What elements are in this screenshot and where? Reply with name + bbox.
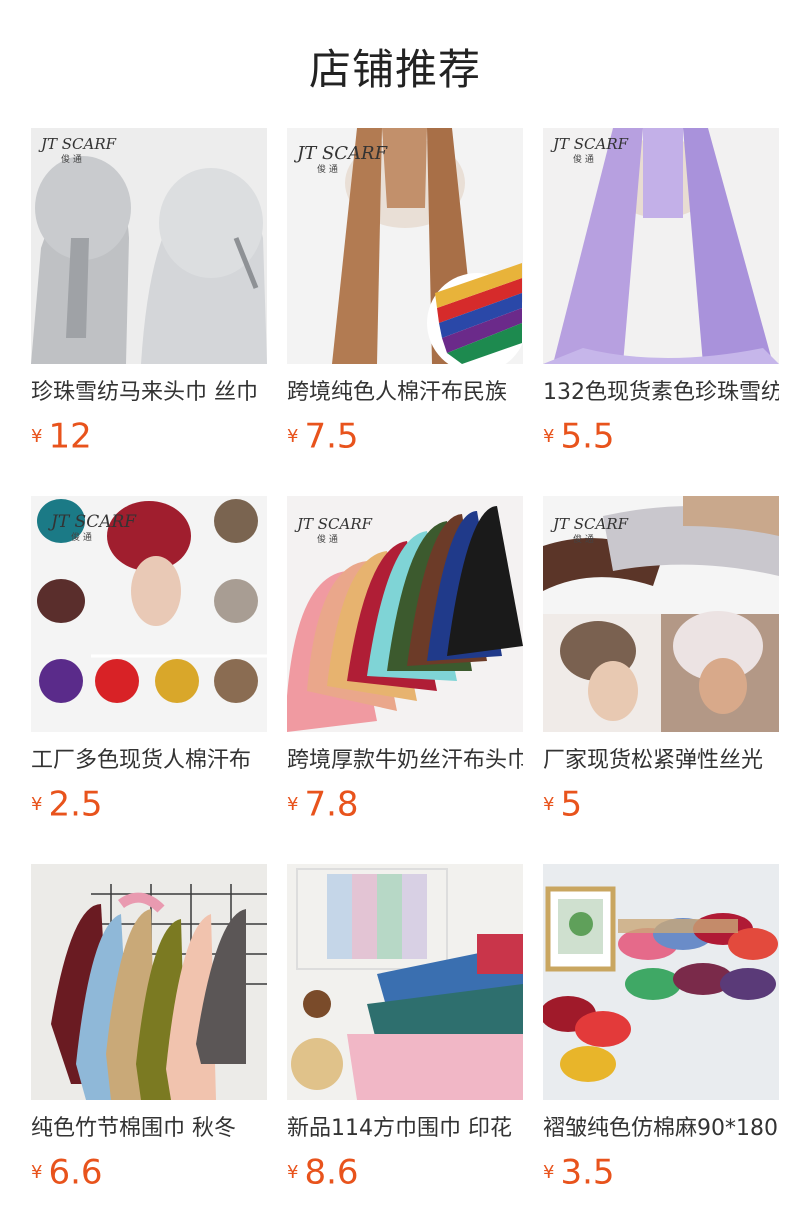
- brand-watermark: JT SCARF 俊 通: [51, 512, 137, 544]
- product-price: ¥5: [543, 784, 583, 825]
- product-image[interactable]: JT SCARF 俊 通: [543, 128, 779, 364]
- product-name[interactable]: 纯色竹节棉围巾 秋冬: [31, 1114, 267, 1144]
- product-card[interactable]: JT SCARF 俊 通 厂家现货松紧弹性丝光 ¥5: [543, 496, 779, 825]
- product-card[interactable]: 褶皱纯色仿棉麻90*180 ¥3.5: [543, 864, 779, 1193]
- product-name[interactable]: 厂家现货松紧弹性丝光: [543, 746, 779, 776]
- product-price: ¥3.5: [543, 1152, 615, 1193]
- currency-symbol: ¥: [543, 1161, 555, 1183]
- brand-watermark: JT SCARF 俊 通: [297, 515, 373, 545]
- currency-symbol: ¥: [287, 425, 299, 447]
- product-price: ¥6.6: [31, 1152, 103, 1193]
- currency-symbol: ¥: [31, 1161, 43, 1183]
- currency-symbol: ¥: [543, 425, 555, 447]
- product-name[interactable]: 跨境厚款牛奶丝汗布头巾: [287, 746, 523, 776]
- currency-symbol: ¥: [543, 793, 555, 815]
- currency-symbol: ¥: [287, 1161, 299, 1183]
- product-card[interactable]: 纯色竹节棉围巾 秋冬 ¥6.6: [31, 864, 267, 1193]
- product-image[interactable]: [287, 864, 523, 1100]
- product-image[interactable]: JT SCARF 俊 通: [543, 496, 779, 732]
- product-image[interactable]: JT SCARF 俊 通: [31, 496, 267, 732]
- product-name[interactable]: 工厂多色现货人棉汗布: [31, 746, 267, 776]
- product-image[interactable]: JT SCARF 俊 通: [287, 128, 523, 364]
- brand-watermark: JT SCARF 俊 通: [297, 143, 388, 176]
- currency-symbol: ¥: [31, 425, 43, 447]
- product-card[interactable]: JT SCARF 俊 通 跨境纯色人棉汗布民族 ¥7.5: [287, 128, 523, 457]
- product-name[interactable]: 褶皱纯色仿棉麻90*180: [543, 1114, 779, 1144]
- brand-watermark: JT SCARF 俊 通: [553, 135, 629, 165]
- product-image[interactable]: JT SCARF 俊 通: [287, 496, 523, 732]
- product-price: ¥2.5: [31, 784, 103, 825]
- product-image[interactable]: JT SCARF 俊 通: [31, 128, 267, 364]
- product-card[interactable]: JT SCARF 俊 通 跨境厚款牛奶丝汗布头巾 ¥7.8: [287, 496, 523, 825]
- product-name[interactable]: 珍珠雪纺马来头巾 丝巾: [31, 378, 267, 408]
- product-price: ¥5.5: [543, 416, 615, 457]
- currency-symbol: ¥: [287, 793, 299, 815]
- product-price: ¥8.6: [287, 1152, 359, 1193]
- currency-symbol: ¥: [31, 793, 43, 815]
- product-price: ¥7.5: [287, 416, 359, 457]
- product-card[interactable]: JT SCARF 俊 通 工厂多色现货人棉汗布 ¥2.5: [31, 496, 267, 825]
- product-price: ¥12: [31, 416, 92, 457]
- product-image[interactable]: [31, 864, 267, 1100]
- product-card[interactable]: 新品114方巾围巾 印花 ¥8.6: [287, 864, 523, 1193]
- product-name[interactable]: 跨境纯色人棉汗布民族: [287, 378, 523, 408]
- product-name[interactable]: 132色现货素色珍珠雪纺: [543, 378, 779, 408]
- brand-watermark: JT SCARF 俊 通: [41, 135, 117, 165]
- brand-watermark: JT SCARF 俊 通: [553, 515, 629, 545]
- product-card[interactable]: JT SCARF 俊 通 珍珠雪纺马来头巾 丝巾 ¥12: [31, 128, 267, 457]
- product-grid: JT SCARF 俊 通 珍珠雪纺马来头巾 丝巾 ¥12 JT SCARF 俊 通 …: [0, 0, 790, 1232]
- product-card[interactable]: JT SCARF 俊 通 132色现货素色珍珠雪纺 ¥5.5: [543, 128, 779, 457]
- product-name[interactable]: 新品114方巾围巾 印花: [287, 1114, 523, 1144]
- product-price: ¥7.8: [287, 784, 359, 825]
- product-image[interactable]: [543, 864, 779, 1100]
